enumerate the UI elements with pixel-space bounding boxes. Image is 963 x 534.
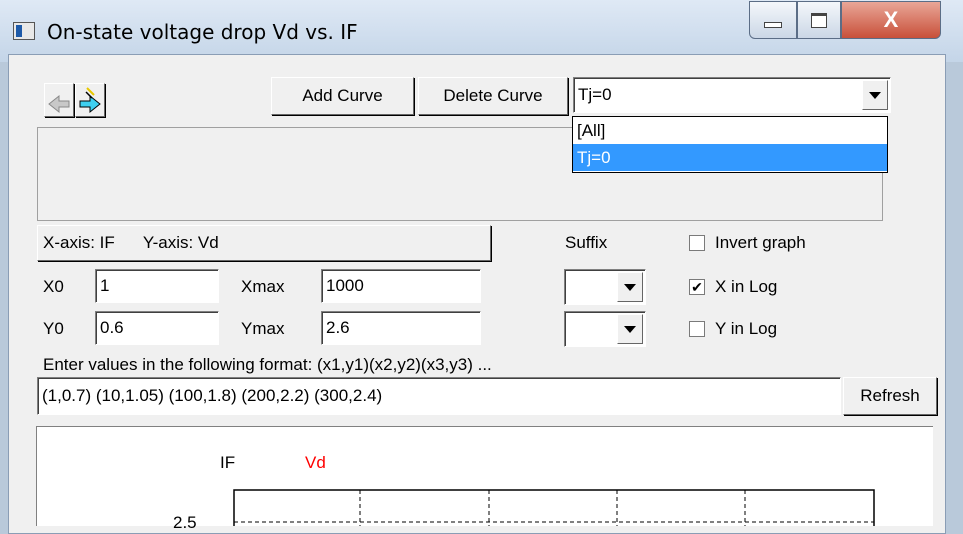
refresh-label: Refresh bbox=[860, 386, 920, 405]
format-instruction: Enter values in the following format: (x… bbox=[43, 355, 492, 374]
ymax-value: 2.6 bbox=[326, 318, 350, 337]
axis-info-button[interactable]: X-axis: IF Y-axis: Vd bbox=[37, 225, 491, 261]
delete-curve-button[interactable]: Delete Curve bbox=[418, 77, 568, 115]
maximize-icon bbox=[811, 12, 827, 28]
delete-curve-label: Delete Curve bbox=[443, 86, 543, 105]
chevron-down-icon[interactable] bbox=[617, 272, 643, 302]
back-arrow-icon bbox=[48, 94, 70, 114]
xmax-label: Xmax bbox=[241, 277, 285, 296]
x0-value: 1 bbox=[100, 276, 110, 295]
plot-frame bbox=[233, 489, 875, 526]
invert-graph-checkbox[interactable] bbox=[689, 235, 705, 251]
chevron-down-icon[interactable] bbox=[862, 80, 888, 110]
x0-label: X0 bbox=[43, 277, 64, 296]
y0-input[interactable]: 0.6 bbox=[95, 311, 219, 345]
x-in-log-checkbox[interactable]: ✔ bbox=[689, 279, 705, 295]
forward-arrow-button[interactable] bbox=[75, 83, 105, 117]
x-in-log-label: X in Log bbox=[715, 277, 778, 296]
refresh-button[interactable]: Refresh bbox=[843, 377, 937, 415]
chevron-down-icon[interactable] bbox=[617, 314, 643, 344]
app-icon bbox=[13, 22, 35, 40]
curve-select-value: Tj=0 bbox=[578, 85, 612, 104]
xmax-input[interactable]: 1000 bbox=[321, 269, 481, 303]
close-button[interactable]: X bbox=[841, 1, 941, 39]
add-curve-button[interactable]: Add Curve bbox=[271, 77, 414, 115]
ymax-label: Ymax bbox=[241, 319, 285, 338]
minimize-icon bbox=[764, 22, 782, 28]
ymax-input[interactable]: 2.6 bbox=[321, 311, 481, 345]
x0-input[interactable]: 1 bbox=[95, 269, 219, 303]
maximize-button[interactable] bbox=[797, 1, 841, 39]
forward-arrow-icon bbox=[79, 87, 101, 114]
minimize-button[interactable] bbox=[749, 1, 797, 39]
suffix-label: Suffix bbox=[565, 233, 608, 252]
values-text: (1,0.7) (10,1.05) (100,1.8) (200,2.2) (3… bbox=[42, 386, 383, 405]
xmax-value: 1000 bbox=[326, 276, 364, 295]
invert-graph-label: Invert graph bbox=[715, 233, 806, 252]
y-in-log-label: Y in Log bbox=[715, 319, 778, 338]
graph-grid bbox=[233, 489, 875, 526]
add-curve-label: Add Curve bbox=[302, 86, 383, 105]
close-icon: X bbox=[883, 7, 899, 32]
checkmark-icon: ✔ bbox=[691, 279, 703, 295]
y0-value: 0.6 bbox=[100, 318, 124, 337]
title-bar: On-state voltage drop Vd vs. IF X bbox=[0, 0, 963, 62]
back-arrow-button[interactable] bbox=[44, 83, 74, 117]
values-input[interactable]: (1,0.7) (10,1.05) (100,1.8) (200,2.2) (3… bbox=[37, 377, 841, 415]
axis-info-label: X-axis: IF Y-axis: Vd bbox=[43, 233, 219, 252]
y0-label: Y0 bbox=[43, 319, 64, 338]
graph-area: IF Vd 2.5 bbox=[36, 426, 933, 532]
window-title: On-state voltage drop Vd vs. IF bbox=[47, 20, 358, 44]
x-suffix-select[interactable] bbox=[564, 269, 646, 305]
y-in-log-checkbox[interactable] bbox=[689, 321, 705, 337]
y-suffix-select[interactable] bbox=[564, 311, 646, 347]
curve-select[interactable]: Tj=0 bbox=[573, 77, 891, 113]
dropdown-option-all[interactable]: [All] bbox=[573, 117, 887, 144]
dropdown-option-tj0[interactable]: Tj=0 bbox=[573, 144, 887, 171]
curve-dropdown-list: [All] Tj=0 bbox=[572, 116, 888, 173]
